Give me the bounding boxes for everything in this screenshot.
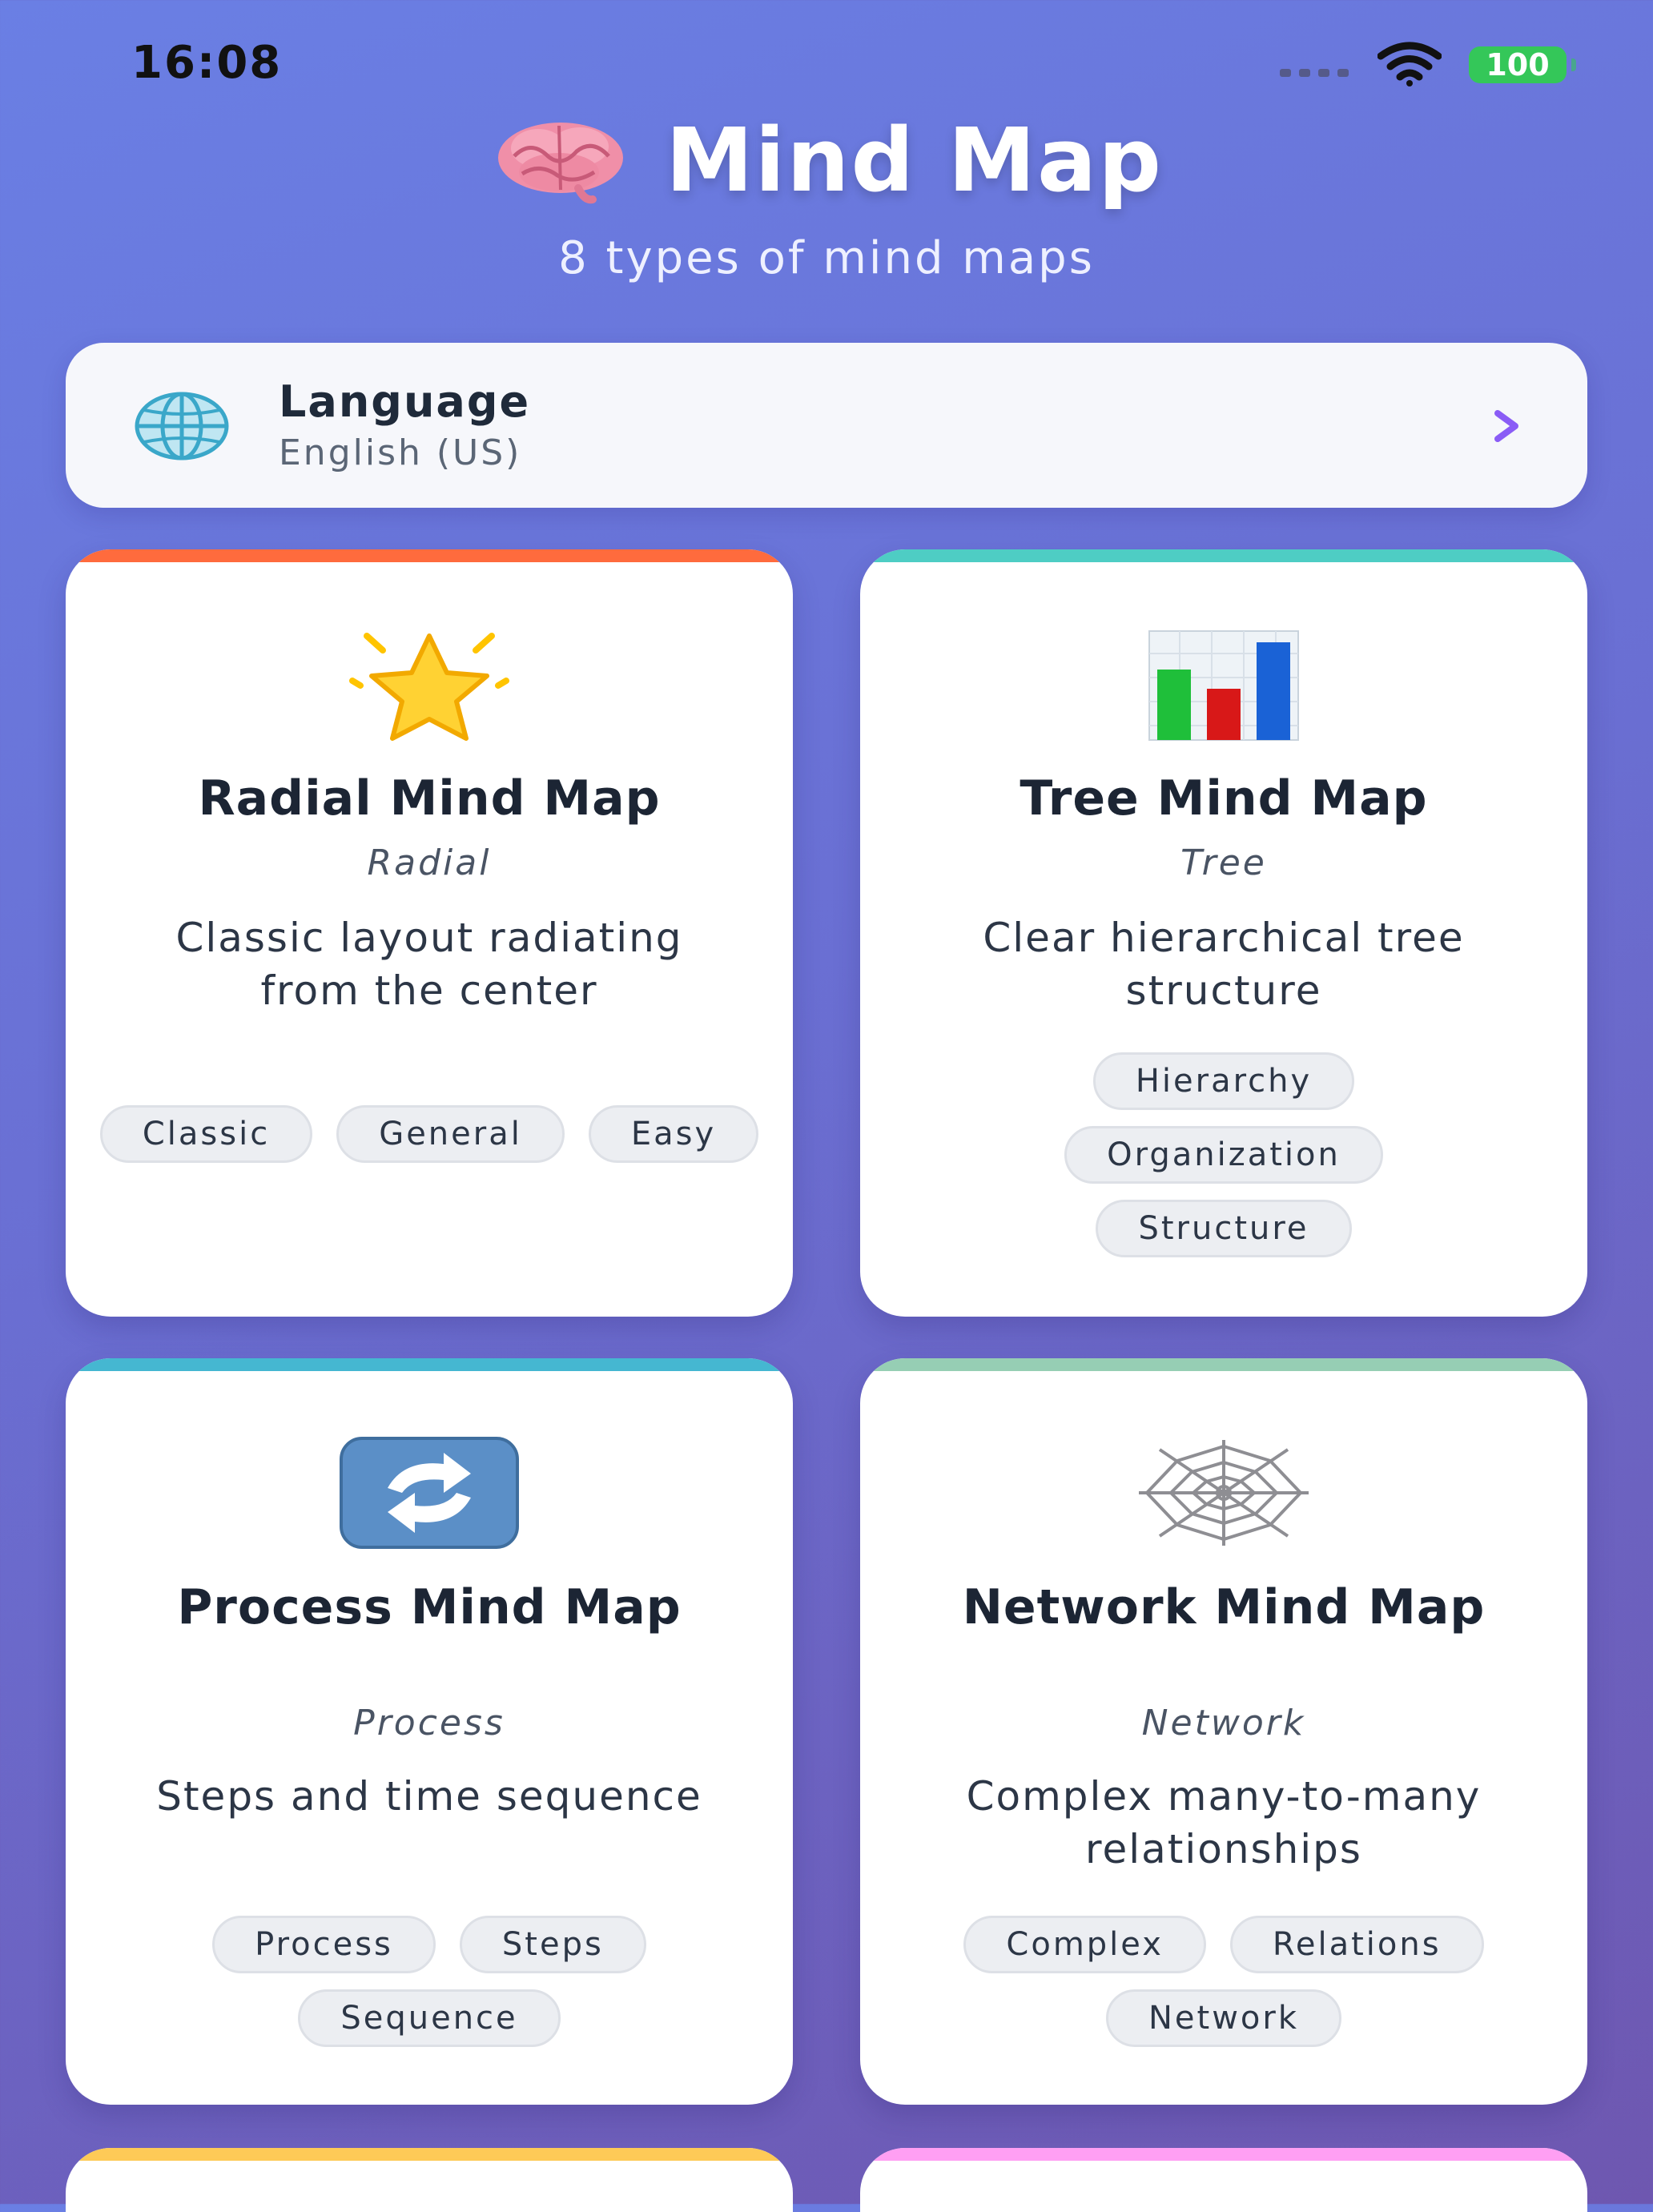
cellular-signal-icon <box>1280 69 1349 77</box>
battery-indicator: 100 <box>1469 46 1576 83</box>
tag-chip: Sequence <box>298 1989 561 2047</box>
tag-chip: General <box>336 1105 565 1163</box>
star-icon <box>66 629 793 742</box>
mindmap-card-network[interactable]: Network Mind Map Network Complex many-to… <box>860 1358 1587 2105</box>
status-time: 16:08 <box>131 37 283 89</box>
tag-chip: Complex <box>963 1916 1206 1973</box>
card-accent-bar <box>860 549 1587 562</box>
language-label: Language <box>279 376 531 427</box>
tag-chip: Hierarchy <box>1092 1052 1355 1110</box>
tag-chip: Easy <box>588 1105 759 1163</box>
card-tags: Hierarchy Organization Structure <box>892 1052 1555 1257</box>
card-type: Radial <box>367 843 492 883</box>
bar-chart-icon <box>860 629 1587 742</box>
tag-chip: Classic <box>99 1105 313 1163</box>
card-type: Tree <box>1180 843 1267 883</box>
card-description: Classic layout radiating from the center <box>175 915 683 1014</box>
card-tags: Process Steps Sequence <box>98 1916 761 2047</box>
card-title: Process Mind Map <box>177 1579 682 1635</box>
page-subtitle: 8 types of mind maps <box>558 232 1095 284</box>
card-description: Steps and time sequence <box>156 1773 702 1820</box>
chevron-right-icon <box>1494 410 1518 442</box>
tag-chip: Organization <box>1064 1126 1383 1184</box>
language-selector[interactable]: Language English (US) <box>66 343 1587 508</box>
card-title: Radial Mind Map <box>198 770 661 826</box>
card-accent-bar <box>66 1358 793 1371</box>
app-title: Mind Map <box>666 109 1164 211</box>
page-title: Mind Map <box>0 109 1653 211</box>
card-description: Complex many-to-many relationships <box>966 1773 1482 1872</box>
card-title: Tree Mind Map <box>1020 770 1428 826</box>
card-accent-bar <box>66 2148 793 2161</box>
card-accent-bar <box>66 549 793 562</box>
tag-chip: Structure <box>1096 1200 1352 1257</box>
mindmap-card-partial[interactable] <box>860 2148 1587 2212</box>
card-description: Clear hierarchical tree structure <box>983 915 1465 1014</box>
mindmap-card-tree[interactable]: Tree Mind Map Tree Clear hierarchical tr… <box>860 549 1587 1317</box>
card-accent-bar <box>860 1358 1587 1371</box>
card-type: Network <box>1141 1703 1306 1743</box>
tag-chip: Network <box>1105 1989 1341 2047</box>
mindmap-card-radial[interactable]: Radial Mind Map Radial Classic layout ra… <box>66 549 793 1317</box>
language-value: English (US) <box>279 432 522 473</box>
card-tags: Classic General Easy <box>98 1105 761 1163</box>
tag-chip: Steps <box>459 1916 646 1973</box>
mindmap-card-process[interactable]: Process Mind Map Process Steps and time … <box>66 1358 793 2105</box>
card-tags: Complex Relations Network <box>892 1916 1555 2047</box>
globe-icon <box>135 392 229 460</box>
brain-icon <box>497 123 623 204</box>
spider-web-icon <box>860 1437 1587 1549</box>
card-type: Process <box>353 1703 505 1743</box>
cycle-arrows-icon <box>66 1437 793 1549</box>
tag-chip: Process <box>212 1916 436 1973</box>
wifi-icon <box>1378 42 1442 86</box>
mindmap-card-partial[interactable] <box>66 2148 793 2212</box>
tag-chip: Relations <box>1229 1916 1484 1973</box>
status-bar: 16:08 100 <box>0 0 1653 112</box>
card-accent-bar <box>860 2148 1587 2161</box>
card-title: Network Mind Map <box>962 1579 1486 1635</box>
